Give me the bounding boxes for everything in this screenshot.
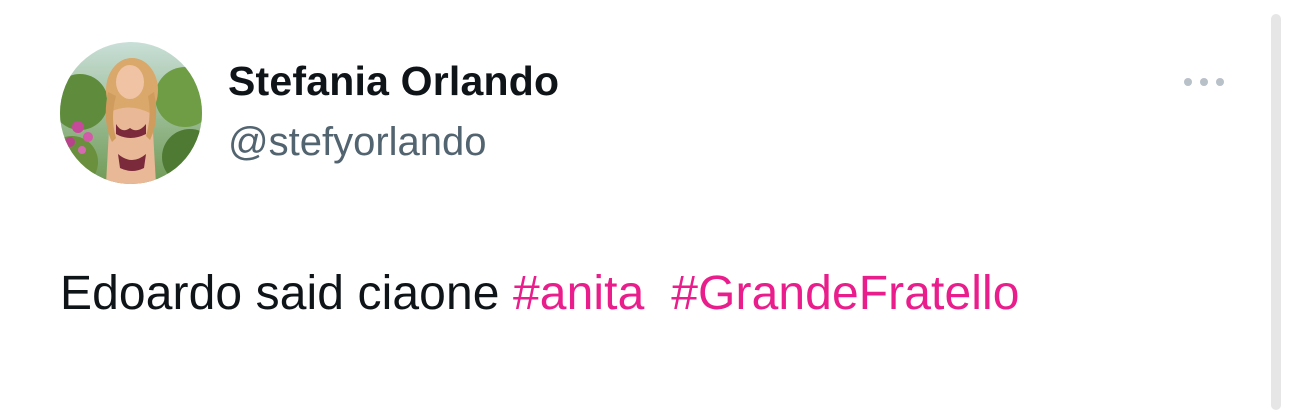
tweet-text-plain: Edoardo said ciaone <box>60 267 513 320</box>
avatar-image <box>60 42 202 184</box>
hashtag-grandefratello[interactable]: #GrandeFratello <box>671 267 1019 320</box>
hashtag-anita[interactable]: #anita <box>513 267 644 320</box>
ellipsis-horizontal-icon <box>1184 78 1224 86</box>
author-handle[interactable]: @stefyorlando <box>228 120 487 165</box>
more-options-button[interactable] <box>1176 64 1232 100</box>
author-display-name[interactable]: Stefania Orlando <box>228 58 559 105</box>
tweet-card: Stefania Orlando @stefyorlando Edoardo s… <box>0 0 1290 410</box>
scrollbar[interactable] <box>1271 14 1281 410</box>
avatar[interactable] <box>60 42 202 184</box>
tweet-text: Edoardo said ciaone #anita #GrandeFratel… <box>60 266 1020 321</box>
